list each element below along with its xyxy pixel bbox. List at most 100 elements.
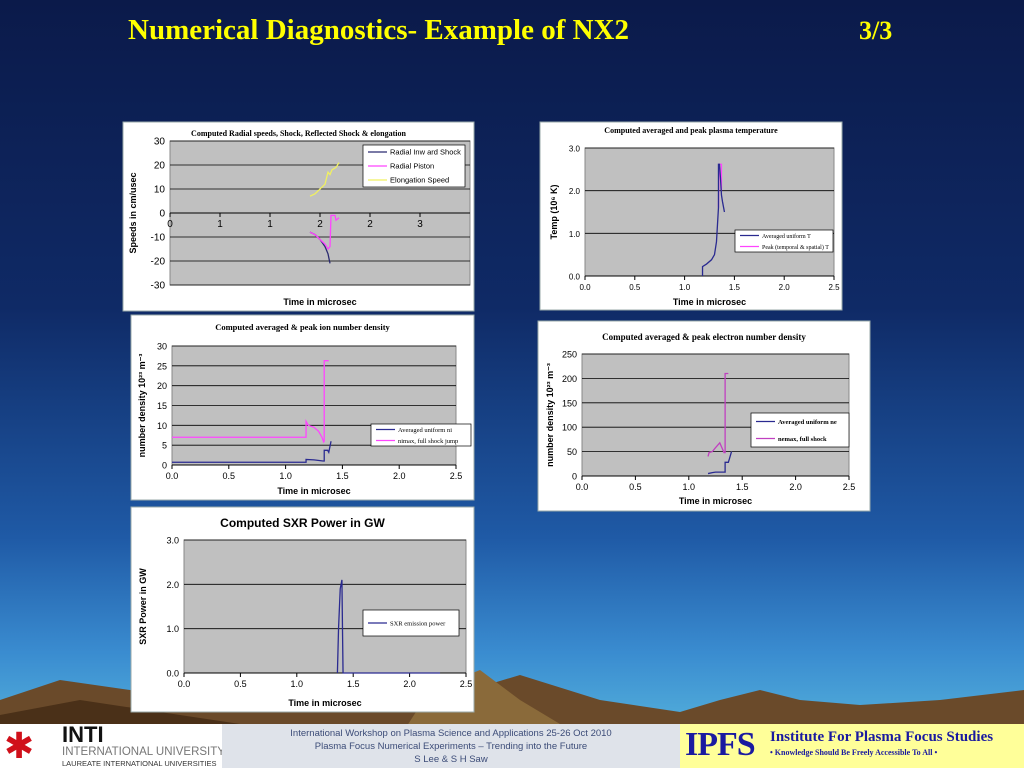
legend-entry: nimax, full shock jump xyxy=(398,438,458,445)
conference-info: International Workshop on Plasma Science… xyxy=(222,724,680,768)
chart-4: 250 200 150 100 50 00.0 0.5 1.0 1.5 2.0 2.5 Compute… xyxy=(537,320,871,512)
x-tick-label: 1.0 xyxy=(679,283,691,292)
legend-entry: Radial Piston xyxy=(390,162,434,171)
y-axis-label: number density 10²³ m⁻³ xyxy=(545,363,555,467)
x-tick-label: 0.5 xyxy=(223,471,236,481)
x-tick-label: 3 xyxy=(417,219,423,230)
x-tick-label: 2.0 xyxy=(789,482,802,492)
ipfs-logo-block: IPFS Institute For Plasma Focus Studies … xyxy=(680,724,1024,768)
x-tick-label: 0.5 xyxy=(629,283,641,292)
legend: Averaged uniform T Peak (temporal & spati… xyxy=(734,229,834,253)
legend: Radial Inw ard Shock Radial Piston Elongat… xyxy=(362,144,466,188)
legend-entry: Radial Inw ard Shock xyxy=(390,148,461,157)
chart-title: Computed averaged & peak ion number dens… xyxy=(215,322,390,332)
charts-layer: 3020100-10-20-300 1 1 2 2 3Computed Radial sp… xyxy=(122,121,871,713)
plot-area xyxy=(183,539,467,674)
x-tick-label: 1.5 xyxy=(729,283,741,292)
x-axis-label: Time in microsec xyxy=(679,496,752,506)
x-tick-label: 2.0 xyxy=(779,283,791,292)
y-axis-label: Temp (10⁶ K) xyxy=(549,185,559,240)
y-tick-label: -10 xyxy=(151,233,166,244)
ipfs-logo: IPFS xyxy=(685,726,756,763)
x-tick-label: 1.0 xyxy=(291,679,304,689)
inti-star-icon: ✱ xyxy=(4,725,35,766)
x-tick-label: 2.5 xyxy=(828,283,840,292)
footer: ✱ INTI INTERNATIONAL UNIVERSITY LAUREATE… xyxy=(0,722,1024,768)
y-tick-label: -20 xyxy=(151,257,166,268)
x-tick-label: 2.5 xyxy=(460,679,473,689)
y-tick-label: 30 xyxy=(157,342,167,352)
chart-3: 30 25 20 15 10 5 00.0 0.5 1.0 1.5 2.0 2.5 Computed a… xyxy=(130,314,475,501)
y-axis-label: number density 10²³ m⁻³ xyxy=(137,354,147,458)
legend-entry: nemax, full shock xyxy=(778,436,827,443)
x-tick-label: 0.0 xyxy=(579,283,591,292)
y-tick-label: 1.0 xyxy=(569,230,581,239)
legend: Averaged uniform ni nimax, full shock jum… xyxy=(370,423,472,447)
x-tick-label: 0.5 xyxy=(234,679,247,689)
y-tick-label: 0 xyxy=(159,209,165,220)
legend-entry: Averaged uniform ne xyxy=(778,419,837,426)
x-axis-label: Time in microsec xyxy=(673,297,746,307)
x-tick-label: 1.5 xyxy=(347,679,360,689)
y-tick-label: 150 xyxy=(562,398,577,408)
x-tick-label: 1.5 xyxy=(336,471,349,481)
x-tick-label: 2 xyxy=(367,219,373,230)
y-tick-label: 2.0 xyxy=(166,580,179,590)
x-axis-label: Time in microsec xyxy=(277,486,350,496)
y-tick-label: 5 xyxy=(162,441,167,451)
x-tick-label: 1.0 xyxy=(279,471,292,481)
y-tick-label: 200 xyxy=(562,374,577,384)
x-tick-label: 0.5 xyxy=(629,482,642,492)
plot-area xyxy=(584,147,835,277)
x-axis-label: Time in microsec xyxy=(288,698,361,708)
x-tick-label: 2 xyxy=(317,219,323,230)
y-tick-label: 20 xyxy=(157,381,167,391)
inti-logo-text: INTI xyxy=(62,722,104,747)
chart-1: 3020100-10-20-300 1 1 2 2 3Computed Radial sp… xyxy=(122,121,475,312)
y-tick-label: 3.0 xyxy=(166,536,179,546)
y-tick-label: 30 xyxy=(154,137,166,148)
x-tick-label: 0.0 xyxy=(576,482,589,492)
x-tick-label: 2.5 xyxy=(843,482,856,492)
ipfs-name: Institute For Plasma Focus Studies xyxy=(770,729,994,745)
chart-title: Computed SXR Power in GW xyxy=(220,516,385,530)
x-axis-label: Time in microsec xyxy=(283,297,356,307)
legend-entry: SXR emission power xyxy=(390,621,446,628)
conference-line1: International Workshop on Plasma Science… xyxy=(290,728,612,739)
x-tick-label: 1.5 xyxy=(736,482,749,492)
legend: Averaged uniform ne nemax, full shock xyxy=(750,412,850,448)
ipfs-tagline: • Knowledge Should Be Freely Accessible … xyxy=(770,748,938,757)
y-tick-label: 250 xyxy=(562,350,577,360)
inti-line2: INTERNATIONAL UNIVERSITY xyxy=(62,746,225,758)
y-tick-label: 3.0 xyxy=(569,145,581,154)
legend-entry: Averaged uniform ni xyxy=(398,427,452,434)
legend: SXR emission power xyxy=(362,609,460,637)
legend-entry: Elongation Speed xyxy=(390,176,449,185)
y-tick-label: -30 xyxy=(151,281,166,292)
y-tick-label: 10 xyxy=(157,421,167,431)
y-tick-label: 100 xyxy=(562,423,577,433)
x-tick-label: 2.0 xyxy=(403,679,416,689)
legend-entry: Peak (temporal & spatial) T xyxy=(762,244,829,251)
conference-authors: S Lee & S H Saw xyxy=(414,754,488,765)
y-tick-label: 2.0 xyxy=(569,187,581,196)
x-tick-label: 1 xyxy=(217,219,223,230)
x-tick-label: 0 xyxy=(167,219,173,230)
chart-title: Computed Radial speeds, Shock, Reflected… xyxy=(191,129,406,138)
x-tick-label: 2.0 xyxy=(393,471,406,481)
x-tick-label: 0.0 xyxy=(166,471,179,481)
chart-title: Computed averaged & peak electron number… xyxy=(602,332,806,342)
y-tick-label: 20 xyxy=(154,161,166,172)
y-tick-label: 0.0 xyxy=(569,273,581,282)
y-tick-label: 25 xyxy=(157,361,167,371)
legend-entry: Averaged uniform T xyxy=(762,233,811,240)
inti-line3: LAUREATE INTERNATIONAL UNIVERSITIES xyxy=(62,759,217,768)
y-axis-label: Speeds in cm/usec xyxy=(128,172,138,253)
y-tick-label: 10 xyxy=(154,185,166,196)
x-tick-label: 1 xyxy=(267,219,273,230)
y-tick-label: 0 xyxy=(572,472,577,482)
chart-title: Computed averaged and peak plasma temper… xyxy=(604,126,778,135)
x-tick-label: 1.0 xyxy=(683,482,696,492)
y-axis-label: SXR Power in GW xyxy=(138,568,148,645)
x-tick-label: 0.0 xyxy=(178,679,191,689)
